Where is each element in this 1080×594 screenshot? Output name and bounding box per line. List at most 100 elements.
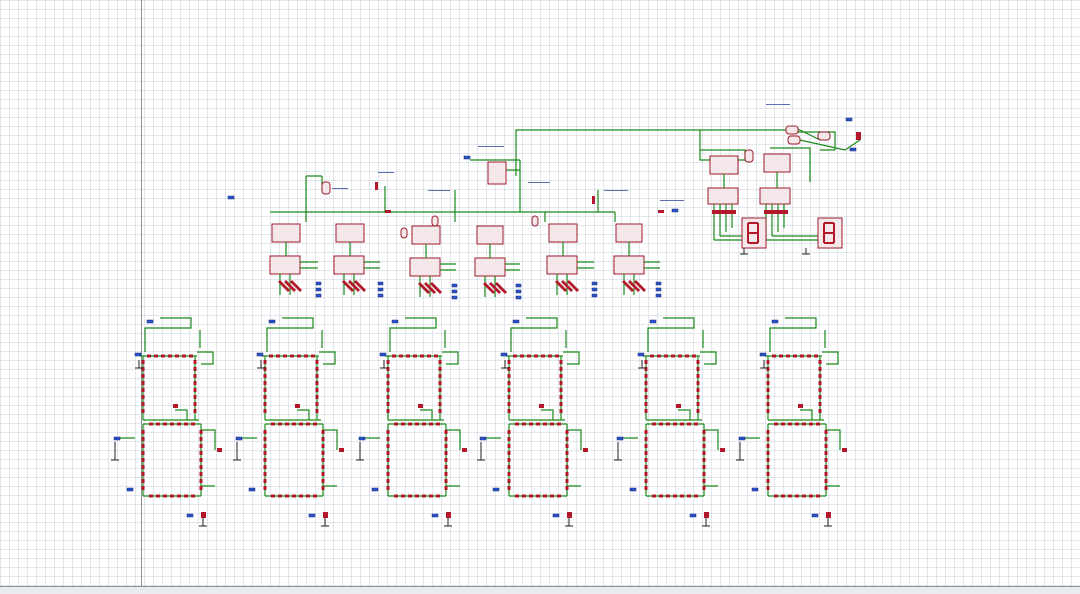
input-port[interactable]	[629, 487, 637, 492]
resistor	[444, 437, 448, 441]
resistor	[422, 422, 426, 426]
resistor	[168, 354, 172, 358]
input-port[interactable]	[371, 487, 379, 492]
ground-symbol	[199, 518, 207, 527]
resistor	[507, 388, 511, 392]
resistor	[824, 479, 828, 483]
resistor	[199, 458, 203, 462]
resistor	[438, 374, 442, 378]
output-port[interactable]	[811, 513, 819, 518]
resistor	[766, 402, 770, 406]
input-port[interactable]	[738, 436, 746, 441]
seven-segment-display-2[interactable]	[817, 217, 843, 249]
resistor	[386, 444, 390, 448]
resistor	[311, 354, 315, 358]
resistor	[824, 486, 828, 490]
input-port[interactable]	[512, 319, 520, 324]
resistor	[788, 422, 792, 426]
led-block-3[interactable]	[356, 317, 467, 527]
input-port[interactable]	[492, 487, 500, 492]
input-port[interactable]	[771, 319, 779, 324]
ground-symbol	[321, 518, 329, 527]
resistor	[315, 360, 319, 364]
resistor	[507, 465, 511, 469]
resistor	[292, 494, 296, 498]
resistor	[406, 354, 410, 358]
middle-wire	[265, 409, 321, 421]
resistor	[816, 422, 820, 426]
display-gates[interactable]	[785, 117, 861, 152]
led-block-6[interactable]	[736, 317, 847, 527]
input-port[interactable]	[616, 436, 624, 441]
resistor	[315, 388, 319, 392]
resistor	[199, 479, 203, 483]
resistor	[507, 458, 511, 462]
output-port[interactable]	[308, 513, 316, 518]
ground-symbol	[614, 442, 622, 461]
led-block-2[interactable]	[233, 317, 344, 527]
input-port[interactable]	[649, 319, 657, 324]
seven-segment-display-1[interactable]	[741, 217, 767, 249]
resistor	[559, 409, 563, 413]
resistor	[559, 360, 563, 364]
input-port[interactable]	[126, 487, 134, 492]
resistor	[529, 422, 533, 426]
input-port[interactable]	[268, 319, 276, 324]
resistor	[141, 388, 145, 392]
input-port[interactable]	[358, 436, 366, 441]
resistor	[696, 388, 700, 392]
resistor	[386, 395, 390, 399]
output-port[interactable]	[431, 513, 439, 518]
resistor	[687, 422, 691, 426]
resistor	[295, 404, 300, 408]
resistor	[673, 422, 677, 426]
input-port[interactable]	[479, 436, 487, 441]
led-block-1[interactable]	[111, 317, 222, 527]
input-port[interactable]	[637, 352, 645, 357]
resistor	[177, 494, 181, 498]
resistor	[644, 402, 648, 406]
resistor-ladders-counter	[278, 280, 646, 294]
resistor	[559, 395, 563, 399]
input-port[interactable]	[146, 319, 154, 324]
display-chip-group-2[interactable]	[759, 153, 820, 241]
input-port[interactable]	[134, 352, 142, 357]
output-port[interactable]	[552, 513, 560, 518]
input-port[interactable]	[759, 352, 767, 357]
resistor	[420, 354, 424, 358]
resistor	[539, 404, 544, 408]
input-port[interactable]	[256, 352, 264, 357]
resistor	[149, 422, 153, 426]
resistor	[529, 494, 533, 498]
resistor	[644, 381, 648, 385]
input-port[interactable]	[113, 436, 121, 441]
resistor	[666, 422, 670, 426]
schematic-drawing[interactable]	[0, 0, 1080, 594]
output-ports-counter[interactable]	[315, 281, 662, 300]
resistor	[816, 494, 820, 498]
led-block-5[interactable]	[614, 317, 725, 527]
input-port[interactable]	[751, 487, 759, 492]
output-port[interactable]	[689, 513, 697, 518]
resistor	[772, 354, 776, 358]
bus-wire-long	[515, 129, 861, 176]
middle-wire	[768, 409, 824, 421]
output-port[interactable]	[186, 513, 194, 518]
resistor	[321, 430, 325, 434]
input-port[interactable]	[235, 436, 243, 441]
resistor	[386, 486, 390, 490]
led-block-4[interactable]	[477, 317, 588, 527]
resistor	[809, 422, 813, 426]
resistor	[217, 448, 222, 452]
resistor	[285, 494, 289, 498]
input-port[interactable]	[379, 352, 387, 357]
ground-symbol	[444, 518, 452, 527]
input-port[interactable]	[248, 487, 256, 492]
resistor	[394, 494, 398, 498]
resistor	[315, 402, 319, 406]
input-port[interactable]	[500, 352, 508, 357]
resistor	[199, 472, 203, 476]
resistor	[304, 354, 308, 358]
resistor	[644, 374, 648, 378]
input-port[interactable]	[391, 319, 399, 324]
